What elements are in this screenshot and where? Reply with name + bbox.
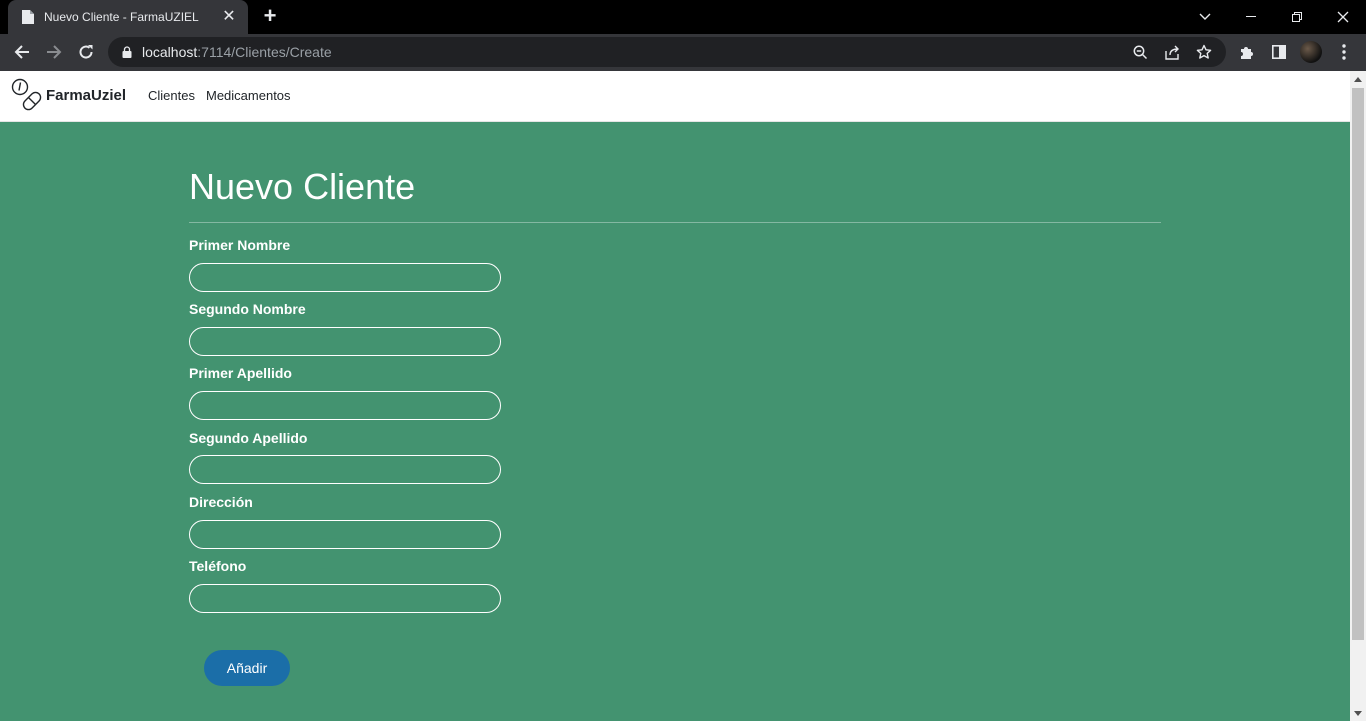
nav-link-clientes[interactable]: Clientes xyxy=(148,88,195,103)
page-scrollbar[interactable] xyxy=(1350,71,1366,721)
brand-name: FarmaUziel xyxy=(46,86,127,104)
site-navbar: FarmaUziel Clientes Medicamentos xyxy=(0,71,1350,122)
direccion-input[interactable] xyxy=(189,520,501,549)
kebab-menu-icon[interactable] xyxy=(1330,38,1358,66)
arrow-right-icon[interactable] xyxy=(40,38,68,66)
label-telefono: Teléfono xyxy=(189,558,247,574)
star-icon[interactable] xyxy=(1190,40,1218,64)
primer-apellido-input[interactable] xyxy=(189,391,501,420)
minimize-icon[interactable] xyxy=(1228,0,1274,34)
url-text[interactable]: localhost:7114/Clientes/Create xyxy=(142,44,332,60)
tab-title: Nuevo Cliente - FarmaUZIEL xyxy=(44,10,199,24)
label-direccion: Dirección xyxy=(189,494,253,510)
profile-avatar[interactable] xyxy=(1300,41,1322,63)
lock-icon[interactable] xyxy=(120,45,134,59)
tab-close-icon[interactable]: ✕ xyxy=(220,8,238,26)
side-panel-icon[interactable] xyxy=(1265,38,1293,66)
segundo-nombre-input[interactable] xyxy=(189,327,501,356)
primer-nombre-input[interactable] xyxy=(189,263,501,292)
new-tab-button[interactable]: + xyxy=(259,5,281,28)
document-icon xyxy=(20,9,36,25)
arrow-left-icon[interactable] xyxy=(8,38,36,66)
scroll-down-icon[interactable] xyxy=(1350,705,1366,721)
scrollbar-thumb[interactable] xyxy=(1352,88,1364,640)
page-title: Nuevo Cliente xyxy=(189,166,416,207)
brand-link[interactable]: FarmaUziel xyxy=(10,77,126,113)
pill-icon xyxy=(10,77,46,113)
scroll-up-icon[interactable] xyxy=(1350,71,1366,87)
reload-icon[interactable] xyxy=(72,38,100,66)
puzzle-icon[interactable] xyxy=(1233,38,1261,66)
share-icon[interactable] xyxy=(1158,40,1186,64)
label-segundo-nombre: Segundo Nombre xyxy=(189,301,306,317)
browser-toolbar: localhost:7114/Clientes/Create xyxy=(0,34,1366,71)
address-bar[interactable]: localhost:7114/Clientes/Create xyxy=(108,37,1226,67)
page-viewport: FarmaUziel Clientes Medicamentos Nuevo C… xyxy=(0,71,1350,721)
close-window-icon[interactable] xyxy=(1320,0,1366,34)
browser-tab-strip: Nuevo Cliente - FarmaUZIEL ✕ + xyxy=(0,0,1366,34)
url-path: :7114/Clientes/Create xyxy=(197,44,332,60)
title-divider xyxy=(189,222,1161,223)
zoom-out-icon[interactable] xyxy=(1126,40,1154,64)
telefono-input[interactable] xyxy=(189,584,501,613)
tab-search-chevron-icon[interactable] xyxy=(1182,0,1228,34)
nav-link-medicamentos[interactable]: Medicamentos xyxy=(206,88,291,103)
anadir-button[interactable]: Añadir xyxy=(204,650,290,686)
browser-tab-active[interactable]: Nuevo Cliente - FarmaUZIEL ✕ xyxy=(8,0,248,34)
segundo-apellido-input[interactable] xyxy=(189,455,501,484)
label-primer-nombre: Primer Nombre xyxy=(189,237,291,253)
label-segundo-apellido: Segundo Apellido xyxy=(189,430,308,446)
label-primer-apellido: Primer Apellido xyxy=(189,365,292,381)
restore-icon[interactable] xyxy=(1274,0,1320,34)
url-host: localhost xyxy=(142,44,198,60)
